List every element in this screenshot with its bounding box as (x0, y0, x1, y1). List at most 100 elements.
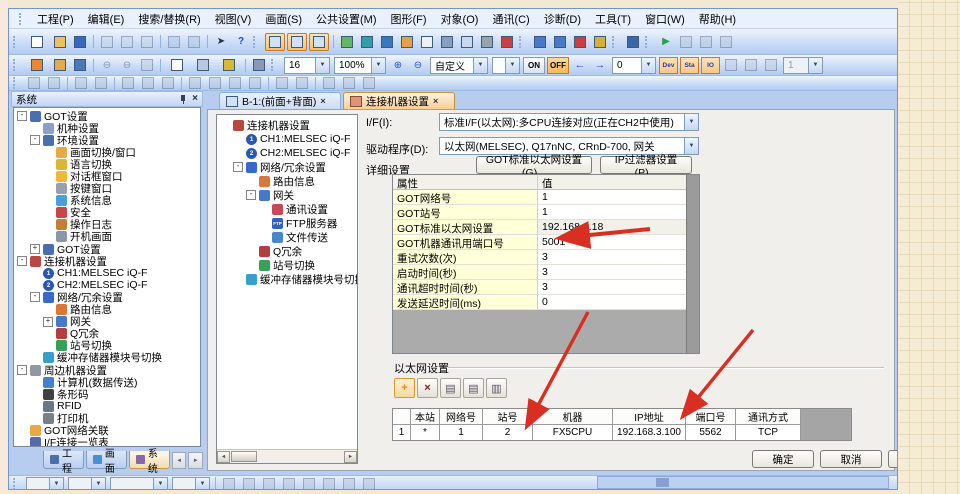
snap-icon[interactable] (250, 57, 268, 73)
new-screen-icon[interactable] (338, 34, 356, 50)
redo-icon[interactable] (185, 34, 203, 50)
tree-item[interactable]: 站号切换 (217, 258, 357, 272)
find-device-icon[interactable] (418, 34, 436, 50)
device-value-combo[interactable]: 0 (612, 57, 656, 74)
arc-tool-icon[interactable] (300, 478, 318, 490)
menu-common[interactable]: 公共设置(M) (309, 9, 384, 29)
dropdown-icon[interactable] (684, 114, 698, 130)
state-forward-icon[interactable]: → (591, 57, 609, 73)
tree-item[interactable]: RFID (14, 400, 200, 412)
copy-icon[interactable] (118, 34, 136, 50)
table-row[interactable]: GOT标准以太网设置192.168.3.18 (393, 220, 699, 235)
paste-row-button[interactable]: ▥ (486, 378, 507, 398)
menu-object[interactable]: 对象(O) (434, 9, 486, 29)
menu-tools[interactable]: 工具(T) (588, 9, 638, 29)
device-on-button[interactable]: ON (523, 57, 545, 74)
tab-screen[interactable]: 画面 (86, 451, 127, 469)
table-row[interactable]: GOT网络号1 (393, 190, 699, 205)
editor-horizontal-scrollbar[interactable] (597, 476, 889, 489)
paste-icon[interactable] (138, 34, 156, 50)
font-size-combo[interactable]: 16 (284, 57, 330, 74)
menu-figure[interactable]: 图形(F) (384, 9, 434, 29)
print-icon[interactable] (478, 34, 496, 50)
window-arrange-icon[interactable] (762, 57, 780, 73)
tree-item[interactable]: -GOT设置 (14, 110, 200, 122)
menu-help[interactable]: 帮助(H) (692, 9, 743, 29)
open-window-icon[interactable] (51, 57, 69, 73)
menu-diagnostics[interactable]: 诊断(D) (537, 9, 588, 29)
polygon-tool-icon[interactable] (280, 478, 298, 490)
image-tool-icon[interactable] (340, 478, 358, 490)
menu-screen[interactable]: 画面(S) (258, 9, 309, 29)
skew-icon[interactable] (246, 75, 264, 91)
line-width-combo[interactable] (110, 477, 168, 490)
rotate-90-icon[interactable] (226, 75, 244, 91)
line-tool-icon[interactable] (220, 478, 238, 490)
dropdown-icon[interactable] (315, 58, 329, 73)
menu-search-replace[interactable]: 搜索/替换(R) (131, 9, 207, 29)
scrollbar-thumb[interactable] (656, 478, 669, 487)
window-tile-icon[interactable] (722, 57, 740, 73)
close-tab-icon[interactable]: × (433, 96, 438, 106)
tree-item[interactable]: 1CH1:MELSEC iQ-F (14, 267, 200, 279)
align-center-icon[interactable] (139, 75, 157, 91)
close-tab-icon[interactable]: × (320, 96, 325, 106)
menu-view[interactable]: 视图(V) (208, 9, 259, 29)
tree-item[interactable]: +GOT设置 (14, 243, 200, 255)
io-display-button[interactable]: IO (701, 57, 720, 74)
base-screen-icon[interactable] (265, 33, 285, 51)
tree-item[interactable]: FTPFTP服务器 (217, 216, 357, 230)
flip-vertical-icon[interactable] (206, 75, 224, 91)
table-row-port[interactable]: GOT机器通讯用端口号5001 (393, 235, 699, 250)
grid-settings-icon[interactable] (191, 57, 215, 73)
tree-item[interactable]: 通讯设置 (217, 202, 357, 216)
select-cursor-icon[interactable]: ➤ (212, 34, 230, 50)
tree-item[interactable]: 2CH2:MELSEC iQ-F (217, 146, 357, 160)
apply-button-partial[interactable] (888, 450, 898, 468)
order-front-icon[interactable] (273, 75, 291, 91)
dropdown-icon[interactable] (473, 58, 487, 73)
tabstrip-scroll-left-icon[interactable]: ◄ (172, 452, 187, 469)
state-all-icon[interactable] (138, 57, 156, 73)
simulator-update-icon[interactable] (677, 34, 695, 50)
size-change-icon[interactable] (340, 75, 358, 91)
dropdown-icon[interactable] (153, 478, 167, 489)
preview-icon[interactable] (71, 57, 89, 73)
text-tool-icon[interactable] (320, 478, 338, 490)
tree-item[interactable]: 路由信息 (217, 174, 357, 188)
scale-tool-icon[interactable] (360, 478, 378, 490)
screen-new-window-icon[interactable] (25, 57, 49, 73)
screen-copy-icon[interactable] (458, 34, 476, 50)
tree-item[interactable]: 计算机(数据传送) (14, 376, 200, 388)
rotate-right-icon[interactable] (92, 75, 110, 91)
tree-item[interactable]: 系统信息 (14, 195, 200, 207)
cut-icon[interactable] (98, 34, 116, 50)
help-icon[interactable]: ? (232, 34, 250, 50)
tree-item[interactable]: -网关 (217, 188, 357, 202)
front-layer-icon[interactable] (287, 33, 307, 51)
table-row[interactable]: 启动时间(秒)3 (393, 265, 699, 280)
menu-communication[interactable]: 通讯(C) (485, 9, 536, 29)
window-preview-combo[interactable] (492, 57, 520, 74)
save-icon[interactable] (71, 34, 89, 50)
screen-library-icon[interactable] (358, 34, 376, 50)
data-check-icon[interactable] (498, 34, 516, 50)
order-back-icon[interactable] (293, 75, 311, 91)
tab-system[interactable]: 系统 (129, 451, 170, 469)
scroll-right-icon[interactable]: ► (344, 451, 357, 463)
pin-icon[interactable] (178, 94, 188, 105)
open-project-icon[interactable] (51, 34, 69, 50)
tree-item[interactable]: -网络/冗余设置 (217, 160, 357, 174)
pattern-combo[interactable] (172, 477, 210, 490)
state-back-icon[interactable]: ← (571, 57, 589, 73)
tree-item[interactable]: 路由信息 (14, 304, 200, 316)
menu-window[interactable]: 窗口(W) (638, 9, 692, 29)
dropdown-icon[interactable] (505, 58, 519, 73)
tree-item[interactable]: 开机画面 (14, 231, 200, 243)
state-next-icon[interactable]: ⊖ (118, 57, 136, 73)
align-right-icon[interactable] (159, 75, 177, 91)
simulator-stop-icon[interactable] (717, 34, 735, 50)
fit-icon[interactable] (360, 75, 378, 91)
vertical-scrollbar[interactable] (686, 175, 699, 353)
dropdown-icon[interactable] (195, 478, 209, 489)
